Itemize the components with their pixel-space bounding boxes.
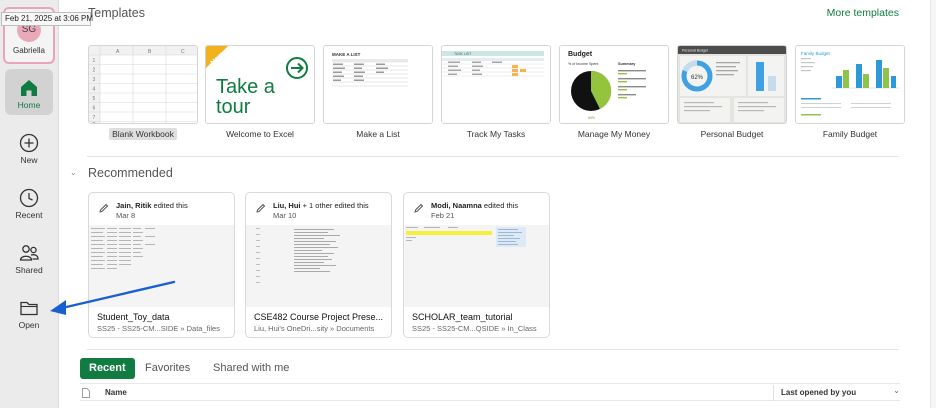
template-thumbnail: New Take a tour (205, 45, 315, 124)
col-header: C (181, 49, 185, 55)
column-header-last-opened[interactable]: Last opened by you (781, 388, 856, 397)
editor-info: Jain, Ritik edited this (116, 201, 188, 210)
template-track-my-tasks[interactable]: TASK LIST Track My Tasks (441, 45, 551, 139)
pencil-icon (99, 203, 109, 213)
file-name: CSE482 Course Project Prese... (254, 312, 384, 322)
sidebar-item-label: Home (17, 100, 41, 110)
sidebar-item-new[interactable]: New (5, 124, 53, 170)
column-separator (773, 385, 774, 401)
sidebar-item-open[interactable]: Open (5, 289, 53, 335)
plus-circle-icon (19, 133, 39, 153)
file-path: SS25 - SS25-CM...QSIDE » In_Class (412, 324, 537, 333)
svg-text:62%: 62% (691, 75, 704, 81)
thumb-title: Family Budget (801, 51, 831, 56)
recommended-card[interactable]: Liu, Hui + 1 other edited this Mar 10 CS… (245, 192, 392, 338)
edit-date: Mar 10 (273, 211, 297, 220)
svg-text:% of Income Spent: % of Income Spent (568, 62, 598, 66)
chevron-down-icon[interactable]: ⌄ (893, 386, 900, 395)
blank-grid-image: A B C 1 2 3 4 5 6 7 8 (89, 46, 197, 124)
template-label: Welcome to Excel (226, 129, 294, 139)
template-welcome-to-excel[interactable]: New Take a tour Welcome to Excel (205, 45, 315, 139)
template-blank-workbook[interactable]: A B C 1 2 3 4 5 6 7 8 Blank Workbook (88, 45, 198, 140)
edit-date: Mar 8 (116, 211, 136, 220)
recommended-card[interactable]: Modi, Naamna edited this Feb 21 SCHOLAR_… (403, 192, 550, 338)
file-type-icon (82, 388, 90, 398)
template-label: Manage My Money (577, 129, 651, 139)
template-personal-budget[interactable]: Personal Budget 62% Personal Budget (677, 45, 787, 139)
column-header-name[interactable]: Name (105, 388, 127, 397)
template-thumbnail: TASK LIST (441, 45, 551, 124)
svg-text:Summary: Summary (618, 62, 636, 66)
editor-info: Modi, Naamna edited this (431, 201, 519, 210)
sidebar-item-label: Open (18, 320, 40, 330)
thumb-title: Personal Budget (682, 49, 708, 53)
template-label: Family Budget (822, 129, 878, 139)
template-label: Personal Budget (700, 129, 764, 139)
profile-name: Gabriella (12, 46, 45, 55)
row-header: 1 (93, 58, 96, 64)
folder-icon (20, 301, 38, 316)
template-label: Make a List (356, 129, 400, 139)
row-header: 6 (93, 106, 96, 112)
thumb-title: TASK LIST (454, 52, 472, 56)
template-make-a-list[interactable]: MAKE A LIST Make a List (323, 45, 433, 139)
thumb-title: MAKE A LIST (332, 52, 361, 57)
pencil-icon (256, 203, 266, 213)
pencil-icon (414, 203, 424, 213)
recommended-title: Recommended (88, 166, 173, 180)
template-label: Track My Tasks (466, 129, 526, 139)
clock-icon (19, 188, 39, 208)
template-family-budget[interactable]: Family Budget Family Budget (795, 45, 905, 139)
row-header: 2 (93, 68, 96, 74)
file-path: SS25 - SS25-CM...SIDE » Data_files (97, 324, 220, 333)
file-name: Student_Toy_data (97, 312, 170, 322)
sidebar-item-label: Recent (15, 210, 43, 220)
tab-shared-with-me[interactable]: Shared with me (213, 358, 289, 379)
template-thumbnail: Family Budget (795, 45, 905, 124)
template-thumbnail: Budget % of Income Spent Summary 69% (559, 45, 669, 124)
scrollbar[interactable] (930, 0, 936, 408)
home-icon (21, 80, 37, 96)
thumb-title: Budget (568, 51, 593, 58)
templates-title: Templates (88, 6, 145, 20)
file-preview (404, 225, 549, 307)
tab-favorites[interactable]: Favorites (145, 358, 190, 379)
recommended-card[interactable]: Jain, Ritik edited this Mar 8 Student_To… (88, 192, 235, 338)
section-divider (87, 349, 899, 350)
file-preview (89, 225, 234, 307)
row-header: 5 (93, 96, 96, 102)
edit-date: Feb 21 (431, 211, 455, 220)
row-header: 3 (93, 77, 96, 83)
row-header: 4 (93, 87, 96, 93)
editor-info: Liu, Hui + 1 other edited this (273, 201, 369, 210)
section-divider (87, 156, 899, 157)
template-label: Blank Workbook (109, 128, 177, 140)
file-list-header: Name Last opened by you ⌄ (80, 383, 900, 401)
sidebar: SG Gabriella Feb 21, 2025 at 3:06 PM Hom… (0, 0, 93, 408)
main-content: ⌄ Templates More templates (60, 0, 936, 408)
collapse-chevron-icon[interactable]: ⌄ (70, 168, 77, 177)
template-thumbnail: MAKE A LIST (323, 45, 433, 124)
more-templates-link[interactable]: More templates (827, 7, 899, 19)
file-path: Liu, Hui's OneDri...sity » Documents (254, 324, 375, 333)
tab-recent[interactable]: Recent (80, 358, 135, 379)
template-thumbnail: Personal Budget 62% (677, 45, 787, 124)
sidebar-item-recent[interactable]: Recent (5, 179, 53, 225)
timestamp-tooltip: Feb 21, 2025 at 3:06 PM (1, 12, 93, 26)
file-name: SCHOLAR_team_tutorial (412, 312, 513, 322)
excel-start-page: SG Gabriella Feb 21, 2025 at 3:06 PM Hom… (0, 0, 936, 408)
template-thumbnail: A B C 1 2 3 4 5 6 7 8 (88, 45, 198, 124)
template-manage-my-money[interactable]: Budget % of Income Spent Summary 69% Man… (559, 45, 669, 139)
file-preview (246, 225, 391, 307)
sidebar-item-label: Shared (15, 265, 43, 275)
svg-text:69%: 69% (588, 116, 595, 120)
sidebar-item-shared[interactable]: Shared (5, 234, 53, 280)
sidebar-item-label: New (20, 155, 38, 165)
row-header: 7 (93, 115, 96, 121)
row-header: 8 (93, 122, 96, 124)
sidebar-item-home[interactable]: Home (5, 69, 53, 115)
people-icon (19, 245, 39, 261)
take-a-tour-text: Take a tour (216, 76, 275, 118)
